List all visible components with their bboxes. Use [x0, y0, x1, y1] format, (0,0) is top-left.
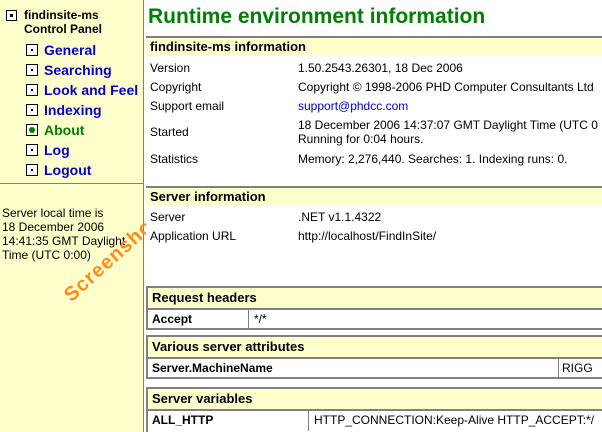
server-variables-heading: Server variables: [148, 389, 602, 411]
statistics-value: Memory: 2,276,440. Searches: 1. Indexing…: [298, 152, 568, 166]
attribute-name: Server.MachineName: [152, 361, 273, 375]
header-name: Accept: [152, 312, 193, 326]
selected-bullet-icon: [26, 124, 38, 136]
nav-label[interactable]: Log: [44, 142, 70, 158]
nav-item-log[interactable]: Log: [26, 141, 70, 159]
nav-label[interactable]: Searching: [44, 62, 112, 78]
column-divider: [248, 310, 249, 330]
running-time-value: Running for 0:04 hours.: [298, 132, 424, 146]
info-section: findinsite-ms information Version 1.50.2…: [146, 36, 602, 182]
table-row: Accept */*: [148, 310, 602, 330]
request-headers-table: Request headers Accept */*: [146, 286, 602, 330]
bullet-icon: [26, 104, 38, 116]
application-url-label: Application URL: [150, 229, 237, 243]
request-headers-heading: Request headers: [148, 288, 602, 310]
server-section: Server information Server .NET v1.1.4322…: [146, 186, 602, 266]
copyright-value: Copyright © 1998-2006 PHD Computer Consu…: [298, 80, 594, 94]
brand-title: findinsite-ms: [24, 8, 99, 22]
nav-label[interactable]: Indexing: [44, 102, 102, 118]
server-attributes-heading: Various server attributes: [148, 337, 602, 359]
nav-item-searching[interactable]: Searching: [26, 61, 112, 79]
info-heading: findinsite-ms information: [146, 36, 602, 56]
bullet-icon: [26, 164, 38, 176]
server-time-date: 18 December 2006: [2, 220, 105, 234]
page-title: Runtime environment information: [148, 5, 486, 28]
support-email-label: Support email: [150, 99, 225, 113]
brand-panel: findinsite-ms Control Panel General Sear…: [0, 0, 144, 184]
nav-label[interactable]: General: [44, 42, 96, 58]
main-content: Runtime environment information findinsi…: [146, 0, 602, 432]
table-row: Server.MachineName RIGG: [148, 359, 602, 379]
application-url-value: http://localhost/FindInSite/: [298, 229, 437, 243]
server-time-label: Server local time is: [2, 206, 104, 220]
variable-value: HTTP_CONNECTION:Keep-Alive HTTP_ACCEPT:*…: [314, 413, 595, 427]
version-value: 1.50.2543.26301, 18 Dec 2006: [298, 61, 463, 75]
column-divider: [558, 359, 559, 379]
header-value: */*: [254, 312, 267, 326]
bullet-icon: [26, 84, 38, 96]
nav-item-logout[interactable]: Logout: [26, 161, 91, 179]
variable-name: ALL_HTTP: [152, 413, 214, 427]
nav-item-look-and-feel[interactable]: Look and Feel: [26, 81, 138, 99]
server-variables-table: Server variables ALL_HTTP HTTP_CONNECTIO…: [146, 387, 602, 432]
app-icon: [6, 10, 17, 21]
sidebar: findinsite-ms Control Panel General Sear…: [0, 0, 163, 432]
table-row: ALL_HTTP HTTP_CONNECTION:Keep-Alive HTTP…: [148, 411, 602, 431]
column-divider: [308, 411, 309, 431]
bullet-icon: [26, 64, 38, 76]
copyright-label: Copyright: [150, 80, 202, 94]
server-attributes-table: Various server attributes Server.Machine…: [146, 335, 602, 379]
bullet-icon: [26, 44, 38, 56]
nav-item-indexing[interactable]: Indexing: [26, 101, 102, 119]
nav-label[interactable]: About: [44, 122, 84, 138]
nav-item-general[interactable]: General: [26, 41, 96, 59]
nav-item-about[interactable]: About: [26, 121, 84, 139]
started-label: Started: [150, 125, 189, 139]
nav-label[interactable]: Logout: [44, 162, 91, 178]
server-label: Server: [150, 210, 186, 224]
statistics-label: Statistics: [150, 152, 199, 166]
version-label: Version: [150, 61, 191, 75]
server-heading: Server information: [146, 186, 602, 206]
started-value: 18 December 2006 14:37:07 GMT Daylight T…: [298, 118, 598, 132]
brand-subtitle: Control Panel: [24, 22, 103, 36]
server-value: .NET v1.1.4322: [298, 210, 382, 224]
attribute-value: RIGG: [562, 361, 593, 375]
support-email-link[interactable]: support@phdcc.com: [298, 99, 408, 113]
nav-label[interactable]: Look and Feel: [44, 82, 138, 98]
bullet-icon: [26, 144, 38, 156]
